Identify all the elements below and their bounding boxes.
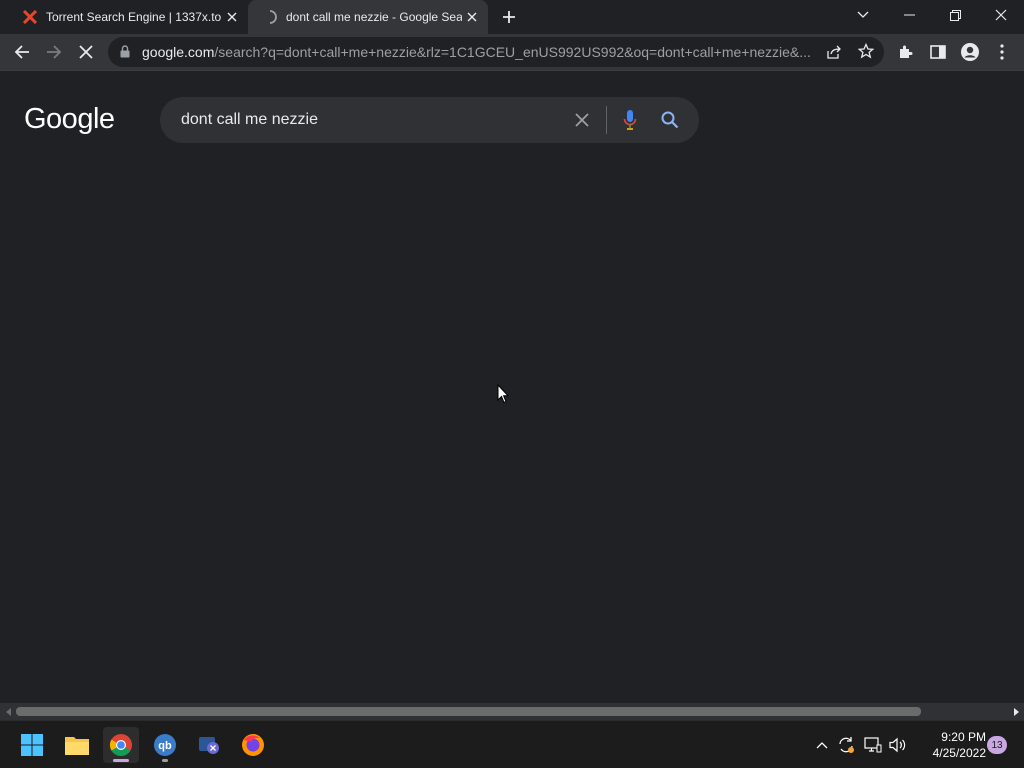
minimize-button[interactable] [886, 0, 932, 30]
lock-icon[interactable] [120, 45, 130, 63]
system-clock[interactable]: 9:20 PM 4/25/2022 [912, 729, 986, 761]
scroll-right-icon[interactable] [1011, 706, 1021, 717]
url-path: /search?q=dont+call+me+nezzie&rlz=1C1GCE… [214, 44, 811, 60]
side-panel-button[interactable] [924, 38, 952, 66]
new-tab-button[interactable] [498, 6, 520, 28]
active-indicator [113, 759, 129, 762]
tab-title: Torrent Search Engine | 1337x.to [46, 10, 222, 24]
plus-icon [503, 11, 515, 23]
google-logo[interactable]: Google [24, 103, 115, 136]
forward-button[interactable] [40, 38, 68, 66]
close-window-button[interactable] [978, 0, 1024, 30]
avatar-icon [961, 43, 979, 61]
bookmark-star-icon[interactable] [857, 42, 875, 64]
volume-icon[interactable] [886, 733, 910, 757]
kebab-menu-icon [1000, 44, 1004, 60]
clock-date: 4/25/2022 [932, 746, 986, 760]
puzzle-icon [900, 45, 913, 58]
horizontal-scrollbar[interactable] [0, 703, 1024, 720]
close-icon[interactable] [222, 7, 242, 27]
share-icon[interactable] [826, 44, 842, 65]
windows-start-button[interactable] [14, 727, 50, 763]
arrow-right-icon [47, 45, 62, 59]
clock-time: 9:20 PM [941, 730, 986, 744]
close-icon [995, 9, 1007, 21]
tab-strip: Torrent Search Engine | 1337x.to dont ca… [0, 0, 1024, 34]
url-text[interactable]: google.com/search?q=dont+call+me+nezzie&… [142, 44, 814, 60]
search-results-page: Google dont call me nezzie [0, 71, 1024, 703]
stop-loading-button[interactable] [72, 38, 100, 66]
qbittorrent-icon: qb [154, 734, 176, 756]
tab-search-button[interactable] [840, 0, 886, 30]
scrollbar-thumb[interactable] [16, 707, 921, 716]
svg-text:qb: qb [158, 740, 172, 752]
scroll-left-icon[interactable] [3, 706, 13, 717]
side-panel-icon [930, 45, 946, 59]
sync-icon[interactable] [834, 733, 858, 757]
close-icon[interactable] [462, 7, 482, 27]
url-host: google.com [142, 44, 215, 60]
back-button[interactable] [8, 38, 36, 66]
firefox-icon [242, 734, 264, 756]
search-input[interactable]: dont call me nezzie [181, 111, 318, 129]
chevron-down-icon [857, 11, 869, 18]
search-box[interactable]: dont call me nezzie [160, 97, 699, 143]
browser-toolbar: google.com/search?q=dont+call+me+nezzie&… [0, 34, 1024, 71]
arrow-left-icon [14, 45, 29, 59]
extensions-button[interactable] [892, 38, 920, 66]
network-icon[interactable] [861, 733, 885, 757]
xbox-app-button[interactable] [191, 727, 227, 763]
qbittorrent-button[interactable]: qb [147, 727, 183, 763]
divider [606, 106, 607, 134]
tab-1337x[interactable]: Torrent Search Engine | 1337x.to [8, 0, 248, 34]
menu-button[interactable] [988, 38, 1016, 66]
restore-icon [949, 9, 961, 21]
windows-logo-icon [21, 734, 43, 756]
chrome-icon [110, 734, 132, 756]
firefox-button[interactable] [235, 727, 271, 763]
address-bar[interactable]: google.com/search?q=dont+call+me+nezzie&… [108, 37, 884, 67]
windows-taskbar: qb 9:20 PM 4/25/2022 13 [0, 720, 1024, 768]
search-icon[interactable] [658, 108, 682, 132]
1337x-x-icon [22, 9, 38, 25]
mouse-cursor-icon [497, 383, 510, 409]
tab-title: dont call me nezzie - Google Sea [286, 10, 462, 24]
loading-spinner-icon [262, 9, 278, 25]
tab-google-search[interactable]: dont call me nezzie - Google Sea [248, 0, 488, 34]
xbox-app-icon [199, 737, 219, 754]
profile-button[interactable] [956, 38, 984, 66]
screen: Torrent Search Engine | 1337x.to dont ca… [0, 0, 1024, 768]
minimize-icon [903, 14, 915, 16]
chevron-up-icon[interactable] [810, 733, 834, 757]
stop-icon [79, 45, 93, 59]
clear-icon[interactable] [570, 108, 594, 132]
folder-icon [65, 737, 89, 755]
running-indicator [162, 759, 168, 762]
notification-badge[interactable]: 13 [987, 736, 1007, 754]
file-explorer-button[interactable] [59, 727, 95, 763]
restore-button[interactable] [932, 0, 978, 30]
chrome-button[interactable] [103, 727, 139, 763]
microphone-icon[interactable] [618, 108, 642, 132]
